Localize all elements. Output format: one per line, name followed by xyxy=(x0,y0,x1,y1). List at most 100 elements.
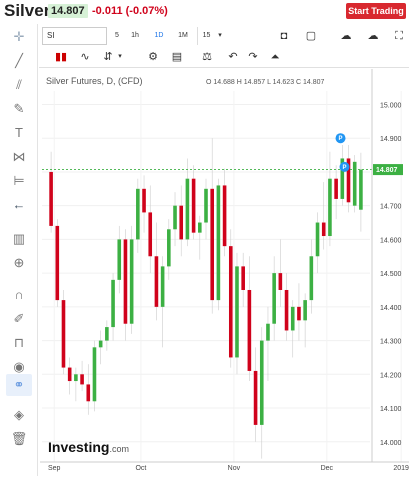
candle-body xyxy=(297,306,301,321)
price-change: -0.011 (-0.07%) xyxy=(92,5,168,17)
candle-body xyxy=(272,273,276,324)
candle-body xyxy=(142,188,146,213)
trend-line-icon[interactable]: ╱ xyxy=(10,52,28,70)
layers-icon[interactable]: ◈ xyxy=(10,406,28,424)
candle-body xyxy=(179,205,184,240)
candle-body xyxy=(228,246,233,358)
candle xyxy=(61,289,66,375)
candle-body xyxy=(148,212,153,257)
ruler-icon[interactable]: ▥ xyxy=(10,230,28,248)
candle-body xyxy=(204,188,208,223)
pencil-lock-icon[interactable]: ✐ xyxy=(10,310,28,328)
x-tick-label: 2019 xyxy=(393,465,409,472)
start-trading-button[interactable]: Start Trading xyxy=(346,3,406,19)
candle-body xyxy=(191,178,196,233)
legend-instrument: Silver Futures, D, (CFD) xyxy=(46,76,143,86)
x-tick-label: Nov xyxy=(228,465,241,472)
text-tool-icon[interactable]: T xyxy=(10,124,28,142)
candle-body xyxy=(74,374,78,382)
fullscreen-icon[interactable]: ⛶ xyxy=(391,27,407,45)
timeframe-1h[interactable]: 1h xyxy=(127,27,143,45)
timeframe-1m[interactable]: 1M xyxy=(175,27,191,45)
candle xyxy=(216,178,221,311)
redo-icon[interactable]: ↷ xyxy=(245,48,261,66)
measure-icon[interactable]: ⊨ xyxy=(10,172,28,190)
arrow-left-icon[interactable]: ← xyxy=(10,196,28,214)
candle-body xyxy=(222,185,227,247)
fib-retracement-icon[interactable]: ⫽ xyxy=(10,76,28,94)
zoom-in-icon[interactable]: ⊕ xyxy=(10,254,28,272)
magnet-icon[interactable]: ∩ xyxy=(10,286,28,304)
candle-body xyxy=(247,289,252,371)
candle-body xyxy=(278,273,283,290)
chevron-down-icon[interactable]: ▾ xyxy=(215,27,225,45)
candle xyxy=(92,340,97,412)
timeframe-15[interactable]: 15 xyxy=(197,27,215,45)
candle-body xyxy=(123,239,128,324)
candle-body xyxy=(266,323,270,341)
candle-body xyxy=(315,222,320,257)
camera-icon[interactable]: ◘ xyxy=(275,27,293,45)
y-tick-label: 14.600 xyxy=(380,237,402,244)
y-tick-label: 14.300 xyxy=(380,339,402,346)
y-tick-label: 14.100 xyxy=(380,406,402,413)
candle-style-icon[interactable]: ▮▮ xyxy=(53,48,69,66)
candle-body xyxy=(61,300,66,368)
candle-body xyxy=(328,178,332,237)
trash-icon[interactable]: 🗑 xyxy=(10,430,28,448)
compare-dropdown-icon[interactable]: ▾ xyxy=(116,48,124,66)
pattern-icon[interactable]: ⋈ xyxy=(10,148,28,166)
cloud-upload-icon[interactable]: ☁ xyxy=(364,27,382,45)
crosshair-icon[interactable]: ✛ xyxy=(10,28,28,46)
candle-body xyxy=(160,266,165,307)
candle-body xyxy=(117,239,122,280)
chart-toolbar: SI 5 1h 1D 1M 15 ▾ ◘ ▢ ☁ ☁ ⛶ ▮▮ ∿ ⇵ ▾ ⚙ … xyxy=(39,24,409,68)
lock-icon[interactable]: ⊓ xyxy=(10,334,28,352)
symbol-input[interactable]: SI xyxy=(42,27,107,45)
instrument-title: Silver xyxy=(4,1,51,20)
y-tick-label: 14.700 xyxy=(380,204,402,211)
candle-body xyxy=(67,367,72,382)
y-tick-label: 14.400 xyxy=(380,305,402,312)
event-marker[interactable]: P xyxy=(339,161,350,172)
settings-icon[interactable]: ⚙ xyxy=(145,48,161,66)
candle-body xyxy=(198,222,202,233)
candle-body xyxy=(290,306,295,331)
candle-body xyxy=(210,188,214,301)
candle-body xyxy=(235,266,239,358)
undo-icon[interactable]: ↶ xyxy=(225,48,241,66)
candle-body xyxy=(111,279,115,328)
x-tick-label: Dec xyxy=(321,465,334,472)
candle xyxy=(55,219,60,307)
alert-icon[interactable]: ⏶ xyxy=(267,48,283,66)
header: Silver 14.807 -0.011 (-0.07%) Start Trad… xyxy=(0,0,409,22)
grid xyxy=(40,69,409,476)
event-marker[interactable]: P xyxy=(335,133,346,144)
color-picker-icon[interactable]: ▢ xyxy=(302,27,320,45)
timeframe-1d[interactable]: 1D xyxy=(151,27,167,45)
candlestick-chart[interactable]: Silver Futures, D, (CFD) O 14.688 H 14.8… xyxy=(40,69,409,476)
indicators-icon[interactable]: ∿ xyxy=(76,48,94,66)
candle-body xyxy=(334,178,338,199)
event-marker-1-label: P xyxy=(339,136,343,142)
templates-icon[interactable]: ▤ xyxy=(169,48,185,66)
y-tick-label: 14.200 xyxy=(380,372,402,379)
candle xyxy=(235,252,239,375)
candle-body xyxy=(253,370,258,425)
compare-icon[interactable]: ⇵ xyxy=(100,48,116,66)
x-tick-label: Sep xyxy=(48,465,61,472)
link-icon[interactable]: ⚭ xyxy=(6,374,32,396)
chart-area[interactable]: Silver Futures, D, (CFD) O 14.688 H 14.8… xyxy=(40,69,409,476)
event-marker-2-label: P xyxy=(343,165,347,171)
scales-icon[interactable]: ⚖ xyxy=(199,48,215,66)
y-tick-label: 15.000 xyxy=(380,102,402,109)
y-tick-label: 14.000 xyxy=(380,440,402,447)
y-tick-label: 14.900 xyxy=(380,136,402,143)
x-tick-label: Oct xyxy=(135,465,146,472)
cloud-icon[interactable]: ☁ xyxy=(337,27,355,45)
timeframe-5[interactable]: 5 xyxy=(109,27,125,45)
candle-body xyxy=(86,384,91,402)
brush-icon[interactable]: ✎ xyxy=(10,100,28,118)
candle-body xyxy=(173,205,177,230)
candle-body xyxy=(49,171,53,226)
